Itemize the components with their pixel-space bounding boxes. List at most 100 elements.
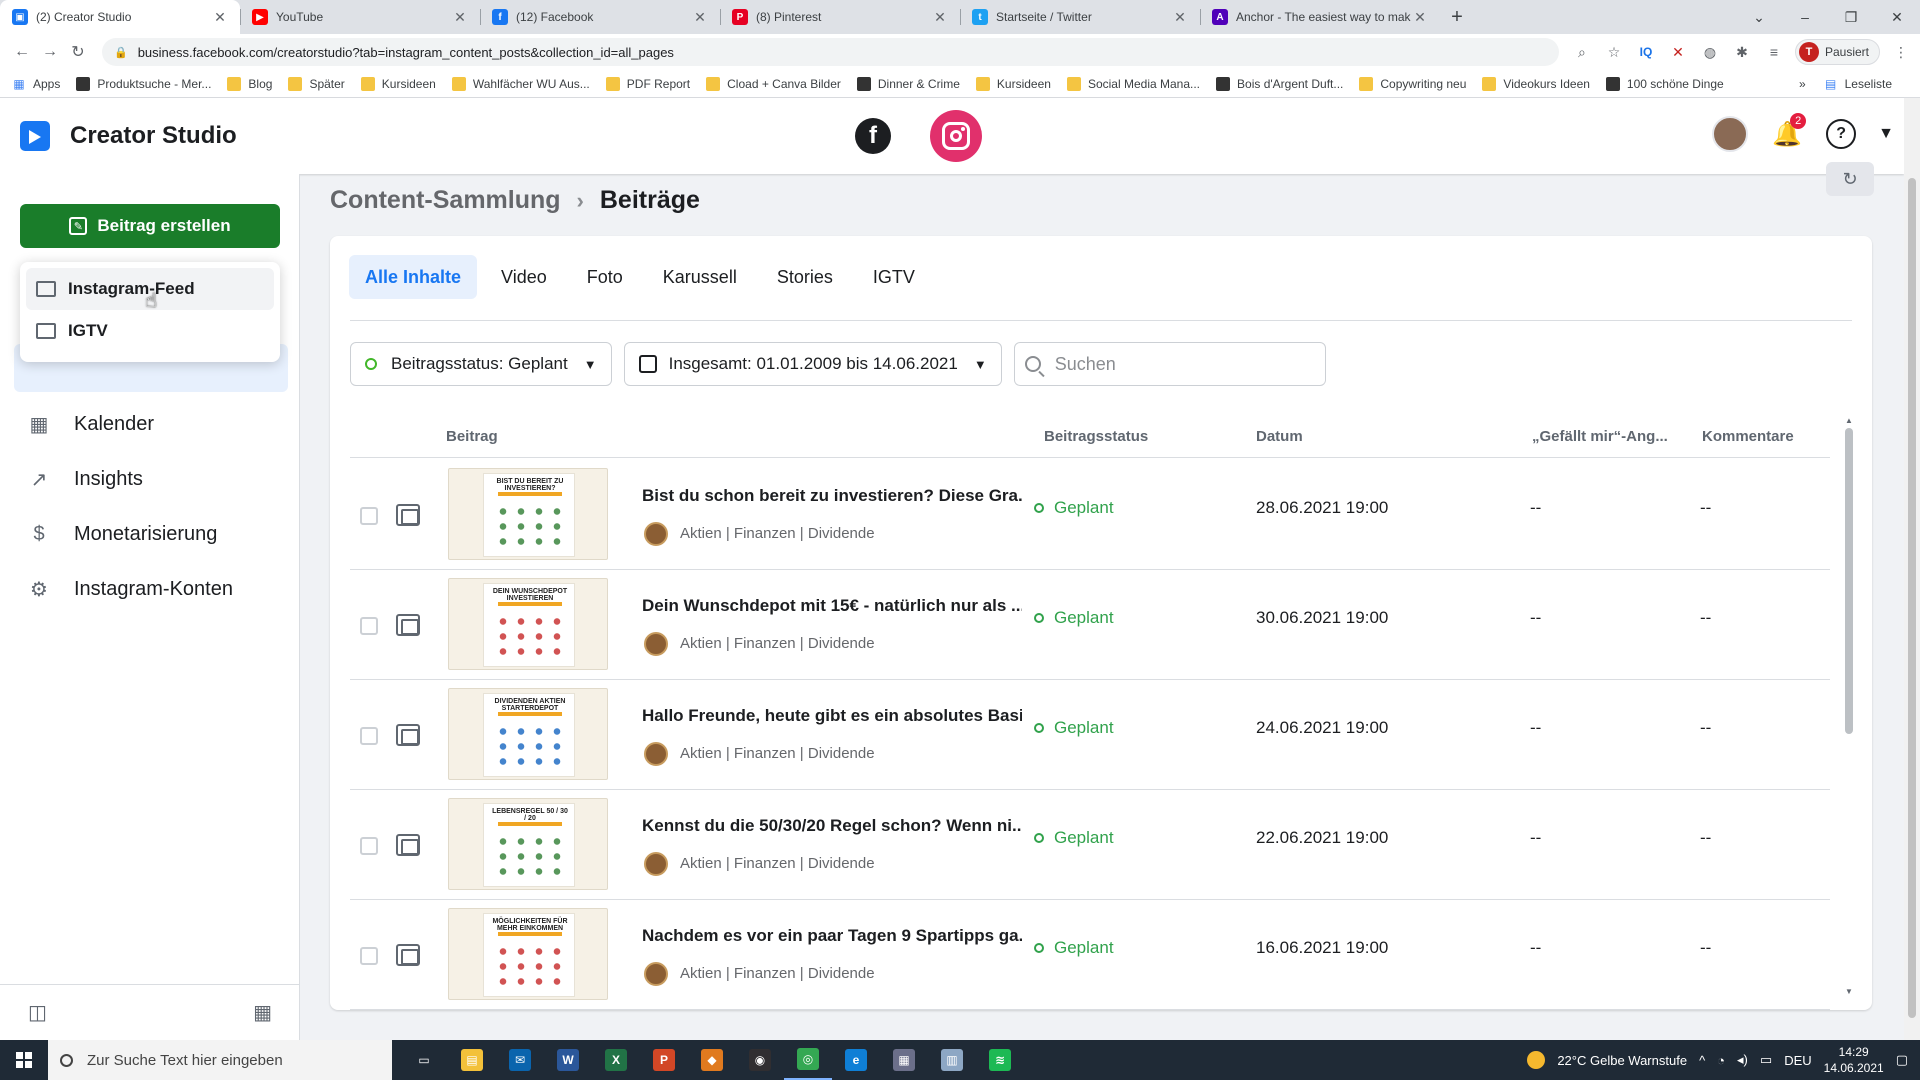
chrome-app[interactable]: ◎ xyxy=(784,1040,832,1080)
close-window-icon[interactable]: ✕ xyxy=(1874,0,1920,34)
extension-globe-icon[interactable]: ◍ xyxy=(1699,41,1721,63)
browser-tab[interactable]: P (8) Pinterest ✕ xyxy=(720,0,960,34)
account-menu-caret-icon[interactable]: ▼ xyxy=(1878,125,1894,143)
creator-studio-logo-icon[interactable] xyxy=(20,121,50,151)
post-thumbnail[interactable]: DIVIDENDEN AKTIEN STARTERDEPOT xyxy=(448,688,608,780)
task-view-app[interactable]: ▭ xyxy=(400,1040,448,1080)
tab-foto[interactable]: Foto xyxy=(571,255,639,299)
column-header-post[interactable]: Beitrag xyxy=(446,428,498,445)
tray-volume-icon[interactable]: ◂) xyxy=(1737,1052,1748,1068)
close-tab-icon[interactable]: ✕ xyxy=(1172,9,1188,26)
bookmark-item[interactable]: Produktsuche - Mer... xyxy=(76,76,211,91)
row-checkbox[interactable] xyxy=(360,507,378,525)
close-tab-icon[interactable]: ✕ xyxy=(692,9,708,26)
edge-app[interactable]: e xyxy=(832,1040,880,1080)
bookmark-item[interactable]: ▦ Apps xyxy=(12,77,60,91)
user-avatar[interactable] xyxy=(1712,116,1749,152)
back-icon[interactable]: ← xyxy=(8,38,36,66)
obs-app[interactable]: ◉ xyxy=(736,1040,784,1080)
spotify-app[interactable]: ≋ xyxy=(976,1040,1024,1080)
notifications-bell-icon[interactable]: 🔔 2 xyxy=(1770,113,1807,151)
post-caption[interactable]: Dein Wunschdepot mit 15€ - natürlich nur… xyxy=(642,596,1022,616)
tray-chevron-up-icon[interactable]: ^ xyxy=(1699,1053,1705,1068)
table-row[interactable]: DEIN WUNSCHDEPOT INVESTIEREN Dein Wunschd… xyxy=(350,570,1830,680)
page-scrollbar-thumb[interactable] xyxy=(1908,178,1916,1018)
column-header-date[interactable]: Datum xyxy=(1256,428,1303,445)
post-thumbnail[interactable]: MÖGLICHKEITEN FÜR MEHR EINKOMMEN xyxy=(448,908,608,1000)
create-post-button[interactable]: ✎ Beitrag erstellen xyxy=(20,204,280,248)
sidebar-item-instagram-konten[interactable]: ⚙ Instagram-Konten xyxy=(26,569,286,609)
post-thumbnail[interactable]: DEIN WUNSCHDEPOT INVESTIEREN xyxy=(448,578,608,670)
action-center-icon[interactable]: ▢ xyxy=(1896,1052,1908,1068)
collapse-sidebar-icon[interactable]: ◫ xyxy=(28,1000,47,1025)
media-control-icon[interactable]: ≡ xyxy=(1763,41,1785,63)
mail-app[interactable]: ✉ xyxy=(496,1040,544,1080)
tab-karussell[interactable]: Karussell xyxy=(647,255,753,299)
table-row[interactable]: MÖGLICHKEITEN FÜR MEHR EINKOMMEN Nachdem … xyxy=(350,900,1830,1010)
bookmark-item[interactable]: Dinner & Crime xyxy=(856,76,960,91)
sidebar-item-monetarisierung[interactable]: $ Monetarisierung xyxy=(26,514,286,554)
tab-search-icon[interactable]: ⌄ xyxy=(1736,0,1782,34)
row-checkbox[interactable] xyxy=(360,947,378,965)
search-field[interactable] xyxy=(1013,342,1326,386)
sidebar-item-kalender[interactable]: ▦ Kalender xyxy=(26,404,286,444)
bookmark-item[interactable]: 100 schöne Dinge xyxy=(1605,76,1724,91)
app-orange-app[interactable]: ◆ xyxy=(688,1040,736,1080)
bookmark-item[interactable]: Bois d'Argent Duft... xyxy=(1216,76,1343,91)
column-header-comments[interactable]: Kommentare xyxy=(1702,428,1794,445)
profile-button[interactable]: T Pausiert xyxy=(1794,39,1880,65)
tab-video[interactable]: Video xyxy=(485,255,563,299)
column-header-status[interactable]: Beitragsstatus xyxy=(1044,428,1148,445)
table-scrollbar-thumb[interactable] xyxy=(1845,428,1853,734)
taskbar-clock[interactable]: 14:29 14.06.2021 xyxy=(1824,1044,1884,1076)
table-view-icon[interactable]: ▦ xyxy=(253,1000,272,1025)
browser-tab[interactable]: t Startseite / Twitter ✕ xyxy=(960,0,1200,34)
refresh-icon[interactable]: ↻ xyxy=(1826,162,1874,196)
start-button[interactable] xyxy=(0,1040,48,1080)
powerpoint-app[interactable]: P xyxy=(640,1040,688,1080)
extension-blocker-icon[interactable]: ✕ xyxy=(1667,41,1689,63)
post-caption[interactable]: Bist du schon bereit zu investieren? Die… xyxy=(642,486,1022,506)
tab-alle-inhalte[interactable]: Alle Inhalte xyxy=(349,255,478,299)
extension-iq-icon[interactable]: IQ xyxy=(1635,41,1657,63)
browser-tab[interactable]: A Anchor - The easiest way to mak ✕ xyxy=(1200,0,1440,34)
browser-tab[interactable]: ▣ (2) Creator Studio ✕ xyxy=(0,0,240,34)
excel-app[interactable]: X xyxy=(592,1040,640,1080)
table-row[interactable]: BIST DU BEREIT ZU INVESTIEREN? Bist du sc… xyxy=(350,460,1830,570)
post-thumbnail[interactable]: BIST DU BEREIT ZU INVESTIEREN? xyxy=(448,468,608,560)
help-icon[interactable]: ? xyxy=(1826,119,1857,149)
new-tab-icon[interactable]: + xyxy=(1440,0,1474,34)
word-app[interactable]: W xyxy=(544,1040,592,1080)
breadcrumb-parent[interactable]: Content-Sammlung xyxy=(330,186,561,215)
scroll-down-icon[interactable]: ▼ xyxy=(1845,987,1853,996)
post-thumbnail[interactable]: LEBENSREGEL 50 / 30 / 20 xyxy=(448,798,608,890)
scroll-up-icon[interactable]: ▲ xyxy=(1845,416,1853,425)
date-range-filter[interactable]: Insgesamt: 01.01.2009 bis 14.06.2021 ▼ xyxy=(623,342,1002,386)
browser-tab[interactable]: f (12) Facebook ✕ xyxy=(480,0,720,34)
zoom-icon[interactable]: ⌕ xyxy=(1571,41,1593,63)
browser-tab[interactable]: ▶ YouTube ✕ xyxy=(240,0,480,34)
bookmark-item[interactable]: Copywriting neu xyxy=(1359,76,1466,91)
tab-igtv[interactable]: IGTV xyxy=(857,255,931,299)
file-explorer-app[interactable]: ▤ xyxy=(448,1040,496,1080)
weather-label[interactable]: 22°C Gelbe Warnstufe xyxy=(1557,1053,1687,1068)
tab-stories[interactable]: Stories xyxy=(761,255,849,299)
sidebar-item-insights[interactable]: ↗ Insights xyxy=(26,459,286,499)
table-row[interactable]: DIVIDENDEN AKTIEN STARTERDEPOT Hallo Freu… xyxy=(350,680,1830,790)
close-tab-icon[interactable]: ✕ xyxy=(452,9,468,26)
row-checkbox[interactable] xyxy=(360,617,378,635)
bookmark-item[interactable]: Videokurs Ideen xyxy=(1482,76,1590,91)
weather-icon[interactable] xyxy=(1527,1051,1546,1069)
tray-keyboard-icon[interactable]: ▭ xyxy=(1760,1052,1772,1068)
reload-icon[interactable]: ↻ xyxy=(64,38,92,66)
post-caption[interactable]: Nachdem es vor ein paar Tagen 9 Spartipp… xyxy=(642,926,1022,946)
taskbar-search[interactable]: Zur Suche Text hier eingeben xyxy=(48,1040,392,1080)
notepad-app[interactable]: ▥ xyxy=(928,1040,976,1080)
instagram-platform-icon[interactable] xyxy=(930,110,982,162)
more-bookmarks-icon[interactable]: » xyxy=(1799,77,1806,91)
search-input[interactable] xyxy=(1054,353,1295,375)
bookmark-item[interactable]: Kursideen xyxy=(360,76,436,91)
post-caption[interactable]: Kennst du die 50/30/20 Regel schon? Wenn… xyxy=(642,816,1022,836)
facebook-platform-icon[interactable]: f xyxy=(855,118,891,154)
page-scrollbar[interactable] xyxy=(1904,98,1920,1040)
